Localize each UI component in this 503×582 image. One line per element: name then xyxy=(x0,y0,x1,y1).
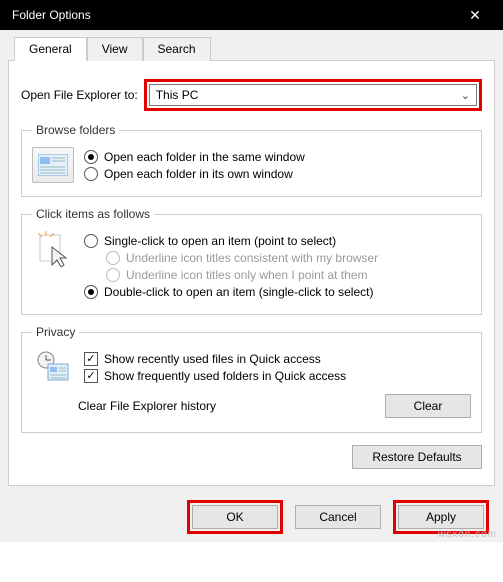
restore-defaults-button[interactable]: Restore Defaults xyxy=(352,445,482,469)
open-explorer-label: Open File Explorer to: xyxy=(21,88,138,102)
radio-icon xyxy=(84,150,98,164)
click-items-group: Click items as follows Single-click to o… xyxy=(21,207,482,315)
radio-single-click-label: Single-click to open an item (point to s… xyxy=(104,234,336,248)
tab-view[interactable]: View xyxy=(87,37,143,61)
clear-history-label: Clear File Explorer history xyxy=(78,399,216,413)
highlight-open-explorer: This PC ⌄ xyxy=(144,79,482,111)
dialog-buttons: OK Cancel Apply xyxy=(0,494,503,542)
checkbox-icon: ✓ xyxy=(84,369,98,383)
privacy-icon xyxy=(32,349,74,385)
open-explorer-select[interactable]: This PC ⌄ xyxy=(149,84,477,106)
apply-button[interactable]: Apply xyxy=(398,505,484,529)
watermark: wsxdn.com xyxy=(438,529,497,540)
privacy-legend: Privacy xyxy=(32,325,79,339)
radio-icon xyxy=(106,268,120,282)
browse-folders-legend: Browse folders xyxy=(32,123,119,137)
browse-folders-group: Browse folders Open each folder in the s… xyxy=(21,123,482,197)
tab-page-general: Open File Explorer to: This PC ⌄ Browse … xyxy=(8,60,495,486)
radio-icon xyxy=(84,234,98,248)
radio-double-click-label: Double-click to open an item (single-cli… xyxy=(104,285,373,299)
radio-single-click[interactable]: Single-click to open an item (point to s… xyxy=(84,234,471,248)
radio-underline-point-label: Underline icon titles only when I point … xyxy=(126,268,367,282)
click-items-legend: Click items as follows xyxy=(32,207,154,221)
checkbox-freq-folders-label: Show frequently used folders in Quick ac… xyxy=(104,369,346,383)
radio-same-window-label: Open each folder in the same window xyxy=(104,150,305,164)
titlebar: Folder Options ✕ xyxy=(0,0,503,30)
chevron-down-icon: ⌄ xyxy=(461,89,470,102)
radio-icon xyxy=(106,251,120,265)
privacy-group: Privacy ✓ Show recently used files in Qu… xyxy=(21,325,482,433)
window-title: Folder Options xyxy=(12,8,91,22)
open-explorer-row: Open File Explorer to: This PC ⌄ xyxy=(21,79,482,111)
close-icon[interactable]: ✕ xyxy=(455,7,495,24)
select-value: This PC xyxy=(156,88,199,102)
radio-icon xyxy=(84,167,98,181)
clear-button[interactable]: Clear xyxy=(385,394,471,418)
highlight-ok: OK xyxy=(187,500,283,534)
radio-double-click[interactable]: Double-click to open an item (single-cli… xyxy=(84,285,471,299)
tab-search[interactable]: Search xyxy=(143,37,211,61)
folder-window-icon xyxy=(32,147,74,183)
ok-button[interactable]: OK xyxy=(192,505,278,529)
checkbox-icon: ✓ xyxy=(84,352,98,366)
tab-general[interactable]: General xyxy=(14,37,87,61)
radio-icon xyxy=(84,285,98,299)
radio-same-window[interactable]: Open each folder in the same window xyxy=(84,150,471,164)
radio-underline-browser: Underline icon titles consistent with my… xyxy=(106,251,471,265)
radio-own-window-label: Open each folder in its own window xyxy=(104,167,293,181)
tabs: General View Search xyxy=(8,30,495,60)
checkbox-recent-files[interactable]: ✓ Show recently used files in Quick acce… xyxy=(84,352,471,366)
radio-underline-point: Underline icon titles only when I point … xyxy=(106,268,471,282)
radio-own-window[interactable]: Open each folder in its own window xyxy=(84,167,471,181)
cursor-click-icon xyxy=(32,231,74,267)
client-area: General View Search Open File Explorer t… xyxy=(0,30,503,494)
checkbox-recent-files-label: Show recently used files in Quick access xyxy=(104,352,321,366)
checkbox-freq-folders[interactable]: ✓ Show frequently used folders in Quick … xyxy=(84,369,471,383)
radio-underline-browser-label: Underline icon titles consistent with my… xyxy=(126,251,378,265)
cancel-button[interactable]: Cancel xyxy=(295,505,381,529)
